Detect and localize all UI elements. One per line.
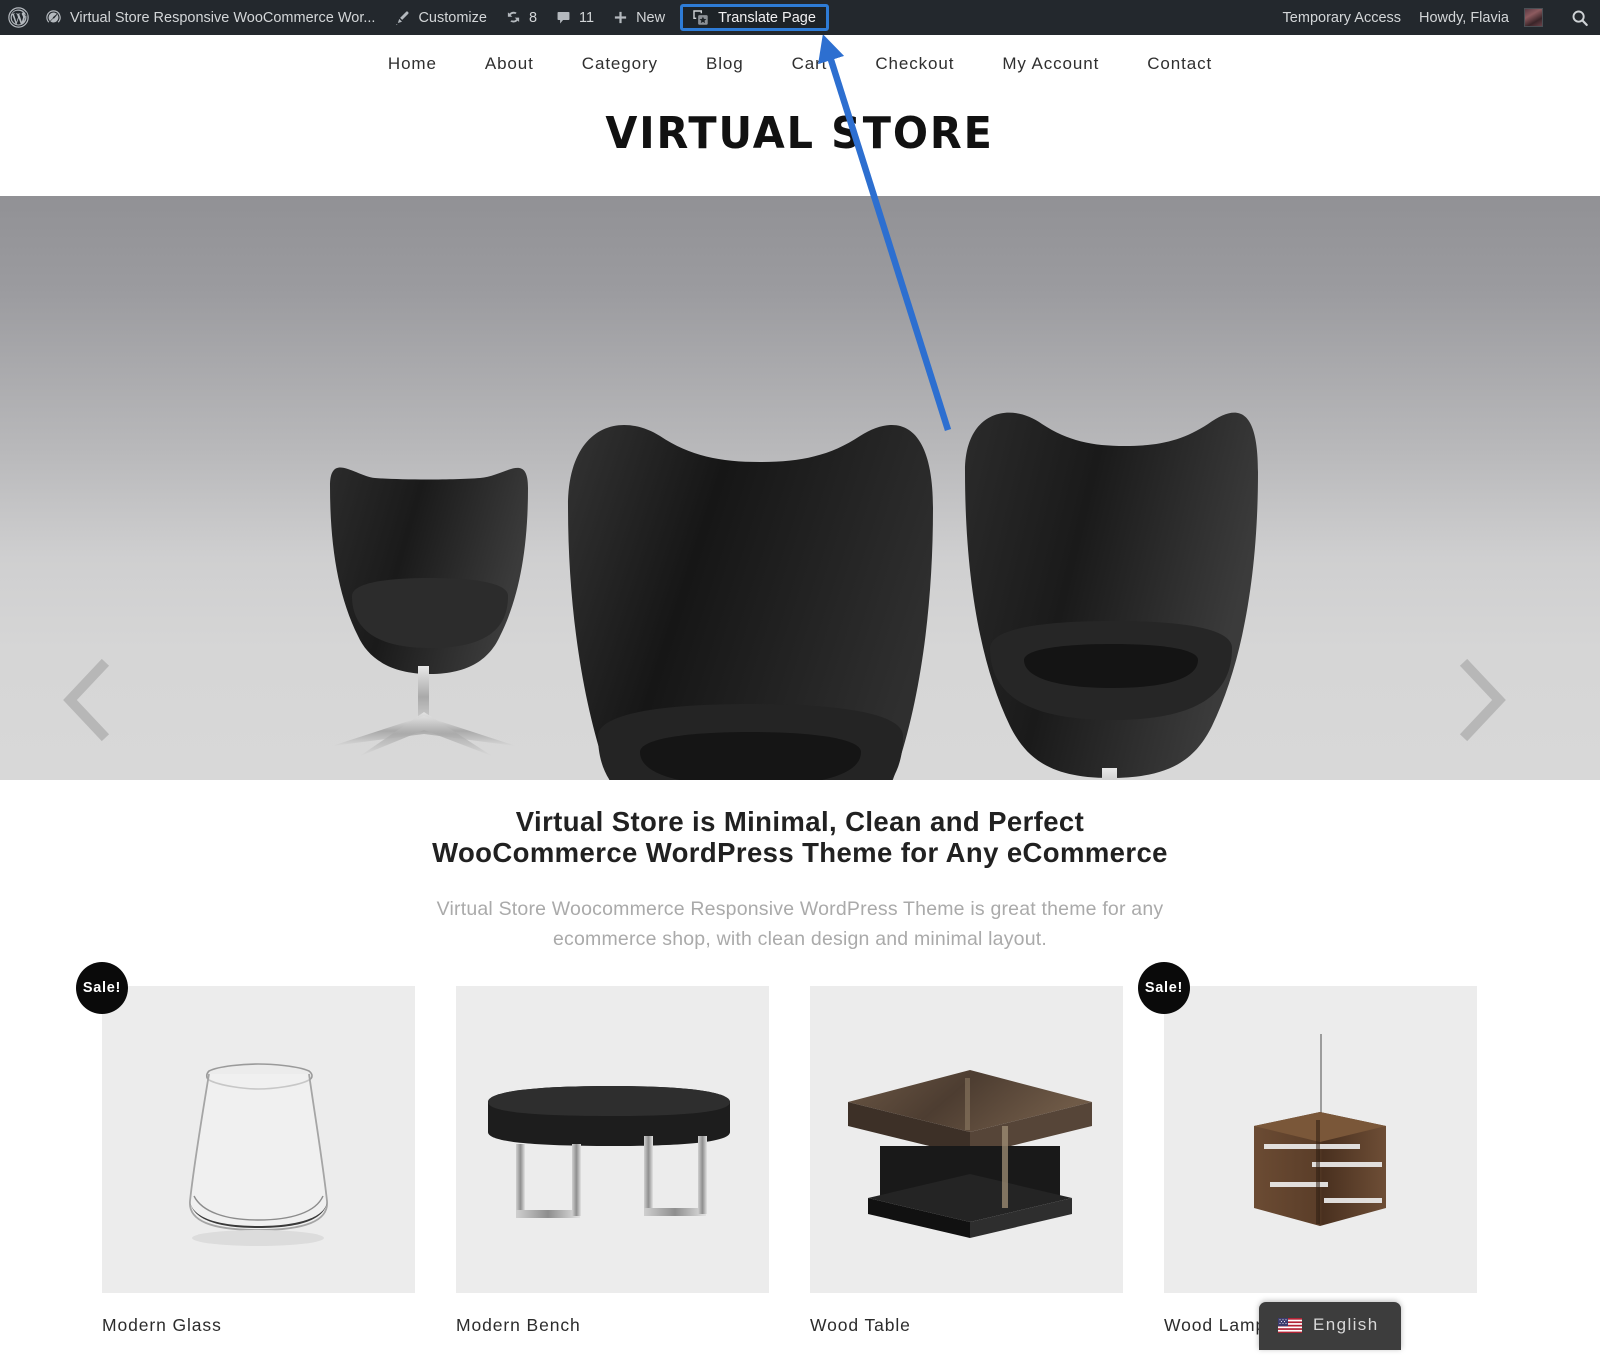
chevron-right-icon [1459, 658, 1506, 742]
wood-lamp-image[interactable] [1164, 986, 1477, 1293]
site-logo[interactable]: VIRTUAL STORE [0, 108, 1600, 159]
adminbar-right-group: Temporary Access Howdy, Flavia [1274, 0, 1600, 35]
modern-glass-graphic [102, 986, 415, 1293]
translate-page-icon [691, 8, 710, 27]
paintbrush-icon [393, 9, 411, 27]
product-card-wood-table[interactable]: Wood Table [810, 986, 1123, 1336]
plus-icon [612, 9, 629, 26]
nav-item-contact[interactable]: Contact [1123, 54, 1236, 74]
us-flag-icon [1278, 1317, 1302, 1333]
product-card-wood-lamp[interactable]: Sale! Wood Lamp [1138, 962, 1477, 1336]
nav-item-cart[interactable]: Cart [768, 54, 852, 74]
nav-item-about[interactable]: About [461, 54, 558, 74]
page-root: Virtual Store Responsive WooCommerce Wor… [0, 0, 1600, 1369]
nav-item-home[interactable]: Home [364, 54, 461, 74]
status-badge: Sale! [1138, 962, 1190, 1014]
hero-slider [0, 196, 1600, 780]
new-label: New [636, 9, 666, 26]
update-circular-arrows-icon [505, 9, 522, 26]
wood-table-image[interactable] [810, 986, 1123, 1293]
wordpress-logo-icon [8, 7, 29, 28]
language-switcher-label: English [1313, 1315, 1379, 1334]
product-grid: Sale! Modern Glass Modern Bench Wood Tab… [76, 962, 1502, 1336]
nav-item-checkout[interactable]: Checkout [851, 54, 978, 74]
temporary-access-menu[interactable]: Temporary Access [1274, 0, 1410, 35]
wood-table-graphic [810, 986, 1123, 1293]
intro-paragraph: Virtual Store Woocommerce Responsive Wor… [436, 898, 1164, 950]
my-account-menu[interactable]: Howdy, Flavia [1410, 0, 1552, 35]
customize-menu[interactable]: Customize [384, 0, 496, 35]
translate-page-label: Translate Page [718, 9, 816, 26]
site-logo-text: VIRTUAL STORE [605, 108, 995, 159]
product-title[interactable]: Modern Bench [456, 1315, 769, 1336]
product-card-modern-bench[interactable]: Modern Bench [456, 986, 769, 1336]
product-card-modern-glass[interactable]: Sale! Modern Glass [76, 962, 415, 1336]
chevron-left-icon [63, 658, 110, 742]
wp-logo-menu[interactable] [0, 0, 35, 35]
nav-item-my-account[interactable]: My Account [978, 54, 1123, 74]
site-title-label: Virtual Store Responsive WooCommerce Wor… [70, 9, 376, 26]
comments-menu[interactable]: 11 [546, 0, 603, 35]
updates-menu[interactable]: 8 [496, 0, 546, 35]
nav-item-blog[interactable]: Blog [682, 54, 768, 74]
modern-glass-image[interactable] [102, 986, 415, 1293]
howdy-label: Howdy, Flavia [1419, 9, 1509, 26]
wp-admin-bar: Virtual Store Responsive WooCommerce Wor… [0, 0, 1600, 35]
customize-label: Customize [418, 9, 487, 26]
updates-count: 8 [528, 9, 538, 26]
translate-page-button[interactable]: Translate Page [680, 4, 829, 31]
search-icon[interactable] [1570, 8, 1590, 28]
slider-prev-button[interactable] [58, 658, 114, 742]
nav-item-category[interactable]: Category [558, 54, 682, 74]
product-title[interactable]: Modern Glass [102, 1315, 415, 1336]
language-switcher[interactable]: English [1259, 1302, 1401, 1350]
new-content-menu[interactable]: New [603, 0, 674, 35]
slider-next-button[interactable] [1455, 658, 1511, 742]
temporary-access-label: Temporary Access [1282, 9, 1402, 26]
user-avatar [1524, 8, 1543, 27]
hero-chairs-image [330, 412, 1258, 780]
intro-section: Virtual Store is Minimal, Clean and Perf… [0, 806, 1600, 954]
modern-bench-image[interactable] [456, 986, 769, 1293]
product-title[interactable]: Wood Table [810, 1315, 1123, 1336]
comment-bubble-icon [555, 9, 572, 26]
comments-count: 11 [579, 9, 595, 26]
site-name-menu[interactable]: Virtual Store Responsive WooCommerce Wor… [35, 0, 384, 35]
wood-lamp-graphic [1164, 986, 1477, 1293]
site-primary-nav: Home About Category Blog Cart Checkout M… [0, 35, 1600, 93]
dashboard-speedometer-icon [44, 8, 63, 27]
status-badge: Sale! [76, 962, 128, 1014]
intro-heading: Virtual Store is Minimal, Clean and Perf… [432, 806, 1168, 868]
modern-bench-graphic [456, 986, 769, 1293]
